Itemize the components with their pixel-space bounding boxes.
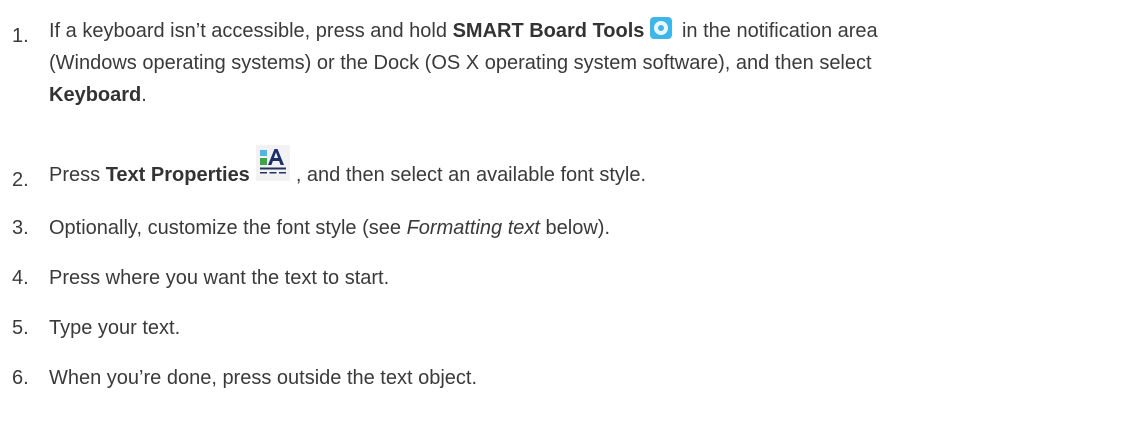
step-text: Type your text. [49,317,181,339]
step-text: Press where you want the text to start. [49,267,390,289]
step-number: 3. [12,217,29,239]
step-text-part: . [141,84,147,106]
step-text: Optionally, customize the font style (se… [49,212,1129,244]
step-number: 6. [12,367,29,389]
step-number: 2. [12,169,29,191]
step-text-part: Optionally, customize the font style (se… [49,217,407,239]
ui-label-smart-board-tools: SMART Board Tools [452,20,645,42]
step-text-line: (Windows operating systems) or the Dock … [49,52,872,74]
ui-label-text-properties: Text Properties [105,164,250,186]
step-number: 4. [12,267,29,289]
step-text-part: Press [49,164,106,186]
step-text: When you’re done, press outside the text… [49,367,478,389]
step-text-part: If a keyboard isn’t accessible, press an… [49,20,453,42]
step-number: 1. [12,25,29,47]
link-formatting-text: Formatting text [406,217,540,239]
ui-label-keyboard: Keyboard [49,84,142,106]
step-text-part: below). [539,217,610,239]
step-text-part: , and then select an available font styl… [295,164,647,186]
step-text: Press Text Properties , and then select a… [49,145,1129,198]
instruction-steps: 1. If a keyboard isn’t accessible, press… [0,0,1131,436]
step-text-part: in the notification area [676,20,878,42]
step-text: If a keyboard isn’t accessible, press an… [49,15,1129,111]
step-number: 5. [12,317,29,339]
smart-board-tools-icon [650,17,673,39]
text-properties-icon [255,145,290,181]
